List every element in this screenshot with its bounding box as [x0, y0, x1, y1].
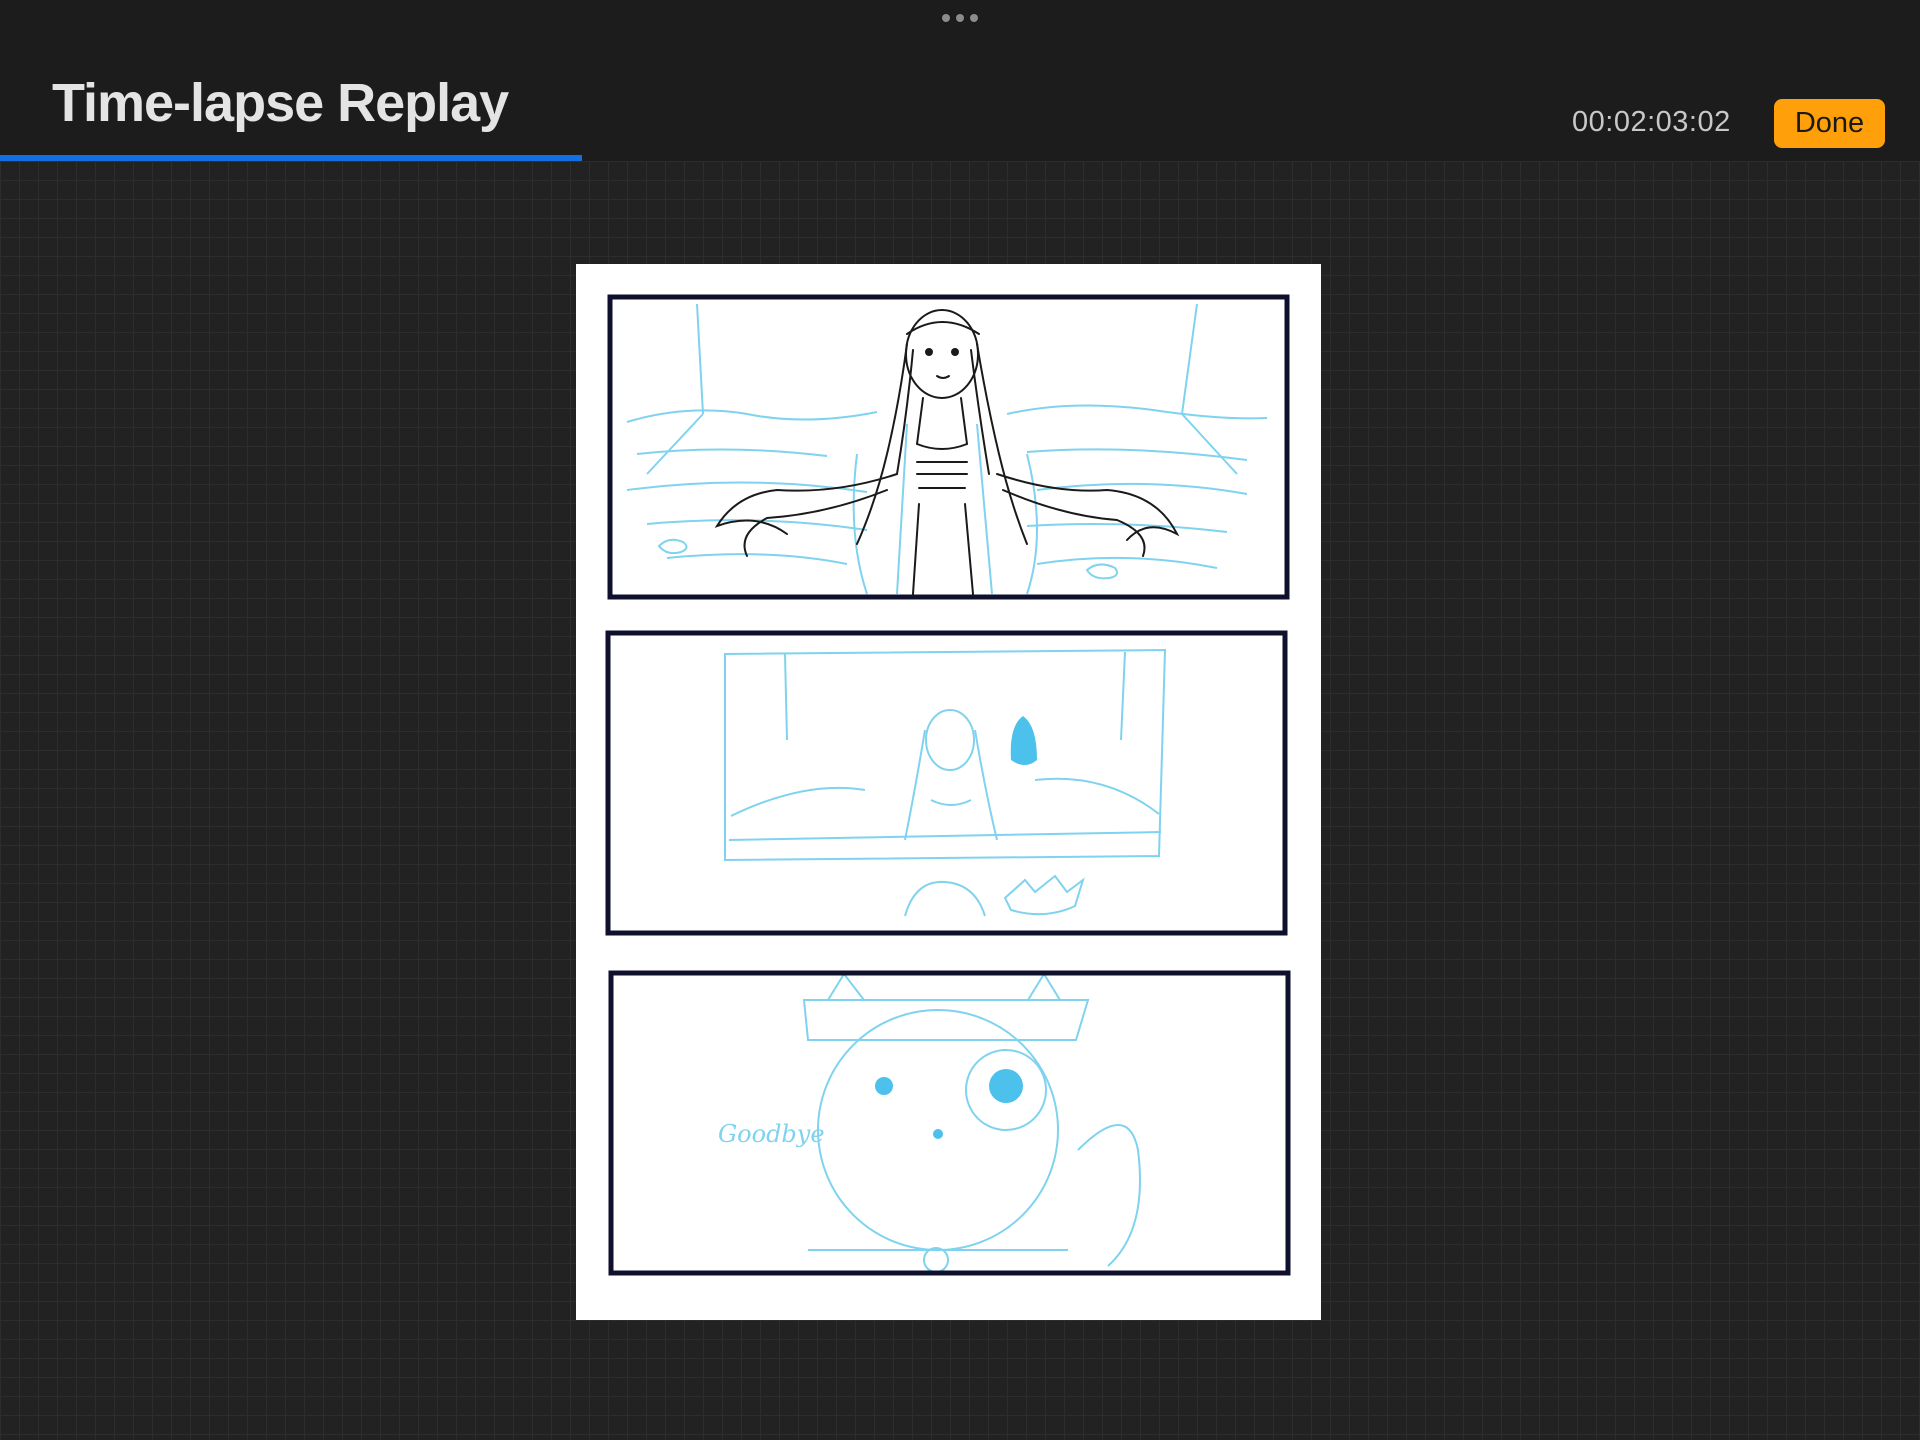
timecode-readout: 00:02:03:02: [1572, 106, 1731, 138]
comic-panel-2: [605, 630, 1288, 936]
comic-panel-1: [607, 294, 1290, 600]
done-button[interactable]: Done: [1774, 99, 1885, 148]
page-title: Time-lapse Replay: [52, 73, 509, 133]
comic-panel-3: Goodbye: [608, 970, 1291, 1276]
drawing-canvas[interactable]: Goodbye: [576, 264, 1321, 1320]
handwritten-goodbye-text: Goodbye: [718, 1120, 825, 1148]
more-dots-icon[interactable]: [936, 8, 984, 28]
top-bar: Time-lapse Replay 00:02:03:02 Done: [0, 0, 1920, 157]
